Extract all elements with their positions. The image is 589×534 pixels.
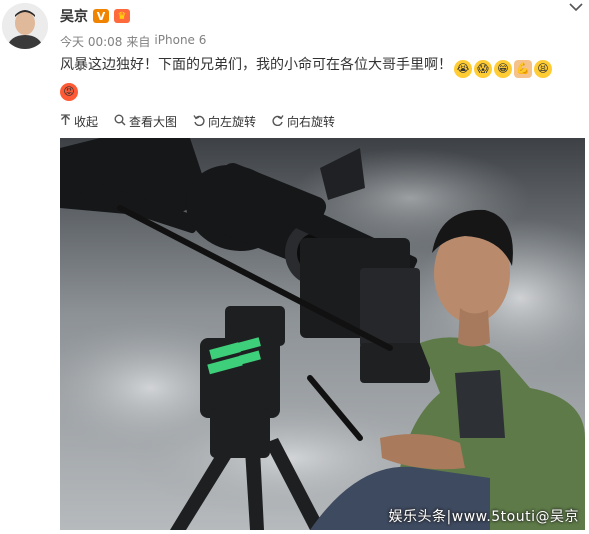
shocked-emoji-icon: 😫: [534, 60, 552, 78]
rotate-right-button[interactable]: 向右旋转: [272, 112, 335, 130]
rotate-right-icon: [272, 114, 284, 129]
avatar[interactable]: [2, 3, 48, 49]
grin-emoji-icon: 😁: [494, 60, 512, 78]
rotate-left-icon: [193, 114, 205, 129]
chevron-down-icon[interactable]: [569, 0, 583, 16]
muscle-emoji-icon: 💪: [514, 60, 532, 78]
post-meta: 今天 00:08 来自 iPhone 6: [60, 33, 206, 50]
rotate-left-button[interactable]: 向左旋转: [193, 112, 256, 130]
photo-watermark: 娱乐头条|www.5touti@吴京: [388, 509, 579, 525]
author-name[interactable]: 吴京: [60, 6, 88, 26]
post-device[interactable]: iPhone 6: [154, 33, 206, 50]
magnifier-icon: [114, 114, 126, 129]
author-row: 吴京 V ♛: [60, 6, 130, 26]
view-large-label: 查看大图: [129, 114, 178, 129]
source-prefix: 来自: [126, 35, 151, 49]
rotate-left-label: 向左旋转: [208, 114, 257, 129]
collapse-icon: [60, 113, 71, 129]
collapse-button[interactable]: 收起: [60, 112, 98, 130]
weibo-post: 吴京 V ♛ 今天 00:08 来自 iPhone 6 风暴这边独好！下面的兄弟…: [0, 0, 589, 534]
verified-badge: V: [93, 9, 109, 23]
photo-illustration: [60, 138, 585, 530]
view-large-button[interactable]: 查看大图: [114, 112, 177, 130]
scared-emoji-icon: 😱: [474, 60, 492, 78]
post-photo[interactable]: 娱乐头条|www.5touti@吴京: [60, 138, 585, 530]
member-crown-icon[interactable]: ♛: [114, 9, 130, 23]
angry-emoji-icon: 😡: [60, 83, 78, 101]
rotate-right-label: 向右旋转: [287, 114, 336, 129]
post-content: 风暴这边独好！下面的兄弟们，我的小命可在各位大哥手里啊！ 😭 😱 😁 💪 😫 😡: [60, 55, 580, 101]
image-toolbar: 收起 查看大图 向左旋转 向右旋转: [60, 112, 335, 130]
post-text: 风暴这边独好！下面的兄弟们，我的小命可在各位大哥手里啊！: [60, 57, 452, 73]
post-time[interactable]: 今天 00:08: [60, 33, 122, 50]
collapse-label: 收起: [74, 114, 99, 129]
crying-emoji-icon: 😭: [454, 60, 472, 78]
